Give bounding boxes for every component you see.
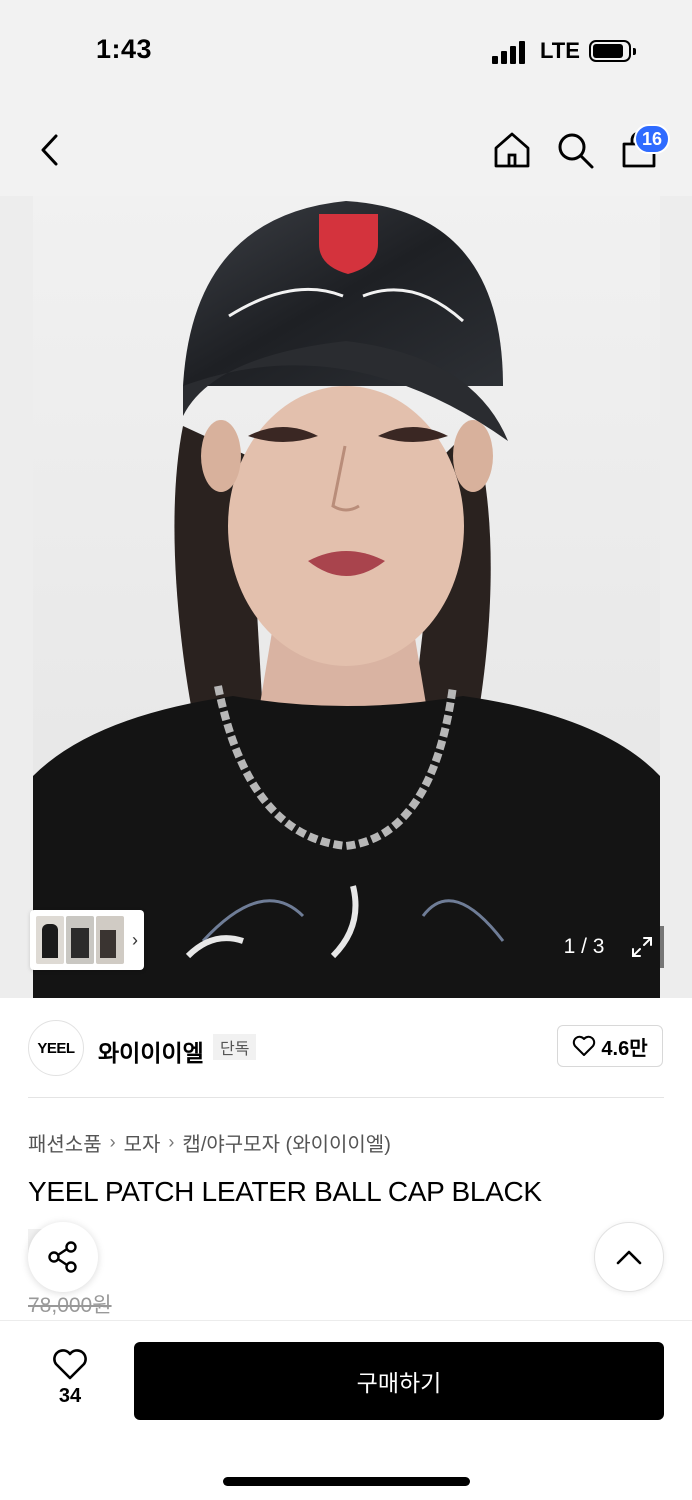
chevron-left-icon — [41, 134, 58, 166]
brand-name[interactable]: 와이이이엘 — [98, 1034, 204, 1068]
search-icon — [558, 133, 594, 169]
home-indicator — [223, 1477, 470, 1486]
chevron-right-icon: › — [132, 929, 138, 950]
share-button[interactable] — [28, 1222, 98, 1292]
expand-button[interactable] — [620, 926, 664, 968]
breadcrumb-item[interactable]: 모자 — [124, 1128, 161, 1157]
exclusive-tag: 단독 — [213, 1034, 257, 1060]
thumbnail-3[interactable] — [96, 916, 124, 964]
expand-icon — [632, 937, 652, 957]
thumbnail-2[interactable] — [66, 916, 94, 964]
thumbnail-strip[interactable]: › — [30, 910, 144, 970]
share-icon — [48, 1241, 77, 1273]
search-button[interactable] — [553, 124, 597, 176]
buy-button[interactable]: 구매하기 — [134, 1342, 664, 1420]
wishlist-button[interactable]: 34 — [40, 1349, 100, 1419]
home-icon — [494, 132, 530, 168]
brand-like-button[interactable]: 4.6만 — [557, 1025, 663, 1067]
page-counter: 1 / 3 — [548, 926, 620, 968]
wishlist-count: 34 — [58, 1385, 82, 1407]
scroll-to-top-button[interactable] — [594, 1222, 664, 1292]
breadcrumb: 패션소품 › 모자 › 캡/야구모자 (와이이이엘) — [28, 1128, 391, 1157]
cart-count-badge: 16 — [634, 124, 671, 154]
product-title: YEEL PATCH LEATER BALL CAP BLACK — [28, 1176, 542, 1207]
divider — [28, 1097, 664, 1098]
brand-logo[interactable]: YEEL — [28, 1020, 84, 1076]
network-label: LTE — [540, 38, 580, 63]
product-gallery[interactable] — [0, 196, 692, 998]
original-price: 78,000원 — [28, 1294, 112, 1317]
thumbnail-1[interactable] — [36, 916, 64, 964]
product-image[interactable] — [33, 196, 660, 998]
back-button[interactable] — [28, 124, 72, 176]
status-time: 1:43 — [96, 34, 153, 64]
heart-icon — [573, 1035, 596, 1056]
signal-icon — [492, 40, 528, 64]
status-bar: 1:43 LTE — [0, 0, 692, 100]
bottom-bar: 34 구매하기 — [0, 1320, 692, 1500]
battery-icon — [589, 40, 636, 62]
brand-row: YEEL 와이이이엘 단독 4.6만 — [0, 998, 692, 1098]
breadcrumb-item[interactable]: 캡/야구모자 (와이이이엘) — [182, 1128, 390, 1157]
chevron-right-icon: › — [168, 1132, 175, 1152]
heart-icon — [53, 1349, 87, 1380]
home-button[interactable] — [490, 124, 534, 176]
breadcrumb-item[interactable]: 패션소품 — [28, 1128, 102, 1157]
chevron-right-icon: › — [109, 1132, 116, 1152]
top-nav — [0, 100, 692, 196]
model-photo — [33, 196, 660, 998]
chevron-up-icon — [616, 1250, 642, 1265]
brand-like-count: 4.6만 — [601, 1037, 648, 1060]
